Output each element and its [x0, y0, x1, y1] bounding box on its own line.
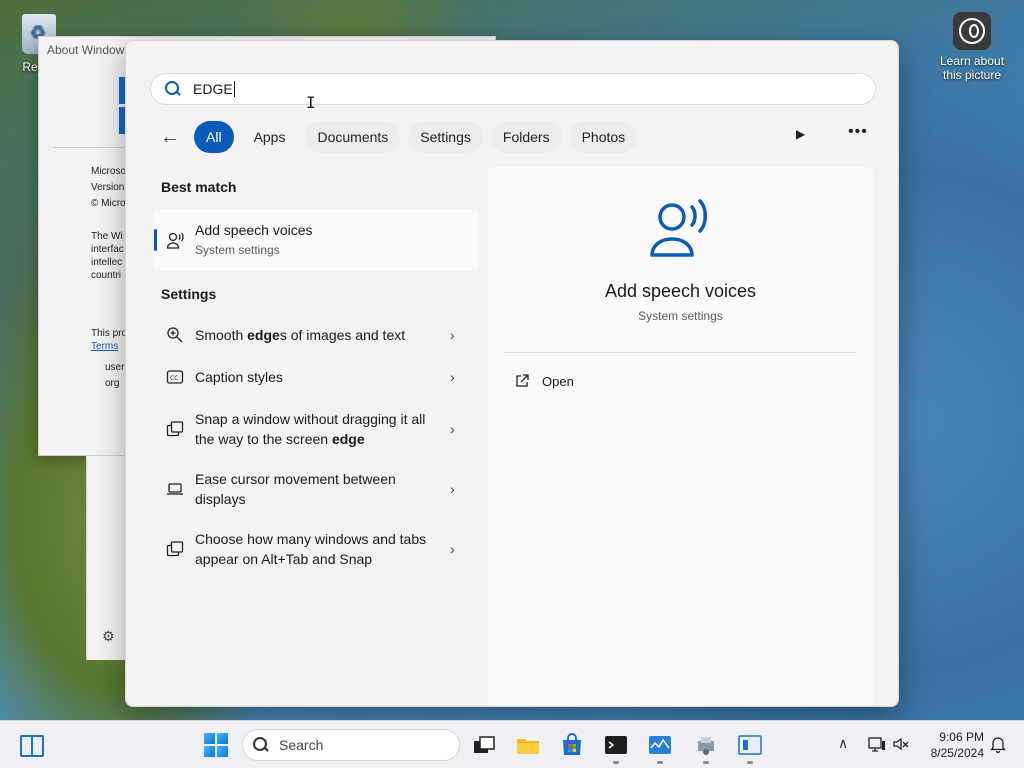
notification-bell-icon[interactable]	[990, 735, 1006, 753]
clock-date: 8/25/2024	[930, 746, 984, 760]
detail-subtitle: System settings	[638, 309, 723, 323]
running-indicator	[613, 761, 619, 764]
detail-divider	[504, 352, 857, 353]
snap-window-icon	[166, 421, 184, 437]
best-match-subtitle: System settings	[195, 243, 280, 257]
task-view-icon[interactable]	[472, 733, 496, 757]
laptop-icon	[167, 483, 183, 495]
taskbar-search-box[interactable]: Search	[242, 729, 460, 761]
detail-title: Add speech voices	[604, 281, 757, 301]
learn-about-picture-shortcut[interactable]: Learn about this picture	[934, 12, 1010, 82]
filter-apps[interactable]: Apps	[242, 121, 298, 153]
more-options-icon[interactable]: •••	[848, 123, 868, 141]
volume-muted-icon[interactable]	[892, 735, 910, 753]
setting-label: Ease cursor movement between displays	[195, 471, 396, 507]
filter-documents[interactable]: Documents	[305, 121, 401, 153]
microsoft-store-icon[interactable]	[560, 733, 584, 757]
chevron-right-icon: ›	[450, 481, 455, 497]
taskbar-search-placeholder: Search	[279, 737, 324, 753]
best-match-heading: Best match	[161, 179, 237, 195]
settings-heading: Settings	[161, 286, 217, 302]
terms-link[interactable]: Terms	[91, 340, 125, 353]
about-para-line: The Wi	[91, 231, 123, 242]
about-line: Microso	[91, 166, 125, 177]
running-indicator	[657, 761, 663, 764]
gear-icon[interactable]: ⚙	[102, 628, 115, 645]
about-line: © Micro	[91, 198, 125, 209]
open-action[interactable]: Open	[514, 373, 574, 389]
filter-all[interactable]: All	[194, 121, 234, 153]
learn-about-picture-label: Learn about this picture	[939, 54, 1005, 82]
about-para-line: intellec	[91, 257, 123, 268]
setting-result-ease-cursor[interactable]: Ease cursor movement between displays ›	[154, 467, 478, 511]
file-explorer-icon[interactable]	[516, 733, 540, 757]
play-icon[interactable]: ▶	[796, 127, 805, 141]
chevron-right-icon: ›	[450, 369, 455, 385]
svg-text:CC: CC	[170, 375, 178, 382]
search-filters: ← All Apps Documents Settings Folders Ph…	[160, 121, 645, 153]
magnifier-plus-icon	[167, 327, 183, 343]
chevron-right-icon: ›	[450, 421, 455, 437]
open-external-icon	[516, 374, 529, 387]
multitask-icon	[166, 541, 184, 557]
best-match-title: Add speech voices	[195, 222, 313, 238]
about-line: Version	[91, 182, 125, 193]
search-query[interactable]: EDGE	[193, 81, 235, 97]
filter-folders[interactable]: Folders	[490, 121, 562, 153]
setting-result-snap-window[interactable]: Snap a window without dragging it all th…	[154, 407, 478, 451]
search-flyout: EDGE I ← All Apps Documents Settings Fol…	[125, 40, 899, 707]
running-indicator	[747, 761, 753, 764]
widgets-icon[interactable]	[20, 735, 44, 757]
clock-time: 9:06 PM	[939, 730, 984, 744]
search-input[interactable]: EDGE	[150, 73, 876, 105]
about-para-line: countri	[91, 270, 122, 281]
show-hidden-icons-chevron-icon[interactable]: ∧	[838, 735, 848, 752]
start-button[interactable]	[204, 733, 228, 757]
open-label: Open	[542, 373, 574, 389]
speech-voices-large-icon	[650, 199, 707, 257]
chevron-right-icon: ›	[450, 541, 455, 557]
back-arrow-icon[interactable]: ←	[160, 122, 190, 152]
best-match-result[interactable]: Add speech voices System settings	[154, 209, 478, 271]
system-settings-app-icon[interactable]	[694, 733, 718, 757]
search-icon	[253, 737, 269, 753]
terminal-icon[interactable]	[604, 733, 628, 757]
taskbar: Search ∧ 9:06 PM 8/25/2024	[0, 720, 1024, 768]
setting-result-alt-tab[interactable]: Choose how many windows and tabs appear …	[154, 527, 478, 571]
speech-voices-icon	[166, 232, 184, 249]
camera-badge-icon	[953, 12, 991, 50]
network-icon[interactable]	[868, 735, 886, 753]
setting-result-smooth-edges[interactable]: Smooth edges of images and text ›	[154, 323, 478, 347]
setting-label: Choose how many windows and tabs appear …	[195, 531, 427, 567]
setting-label: Smooth edges of images and text	[195, 327, 406, 343]
result-detail-pane: Add speech voices System settings Open	[488, 167, 873, 706]
about-window-taskbar-icon[interactable]	[738, 733, 762, 757]
filter-settings[interactable]: Settings	[408, 121, 483, 153]
setting-result-caption-styles[interactable]: CC Caption styles ›	[154, 365, 478, 389]
about-para-line: interfac	[91, 244, 124, 255]
filter-photos[interactable]: Photos	[569, 121, 638, 153]
chevron-right-icon: ›	[450, 327, 455, 343]
selection-accent	[154, 229, 157, 251]
running-indicator	[703, 761, 709, 764]
search-icon	[165, 81, 181, 97]
text-cursor-icon: I	[306, 93, 316, 112]
system-clock[interactable]: 9:06 PM 8/25/2024	[920, 729, 984, 761]
setting-label: Snap a window without dragging it all th…	[195, 411, 426, 447]
about-license-line: This pro	[91, 328, 125, 339]
task-manager-icon[interactable]	[648, 733, 672, 757]
setting-label: Caption styles	[195, 369, 283, 385]
closed-caption-icon: CC	[166, 370, 184, 384]
